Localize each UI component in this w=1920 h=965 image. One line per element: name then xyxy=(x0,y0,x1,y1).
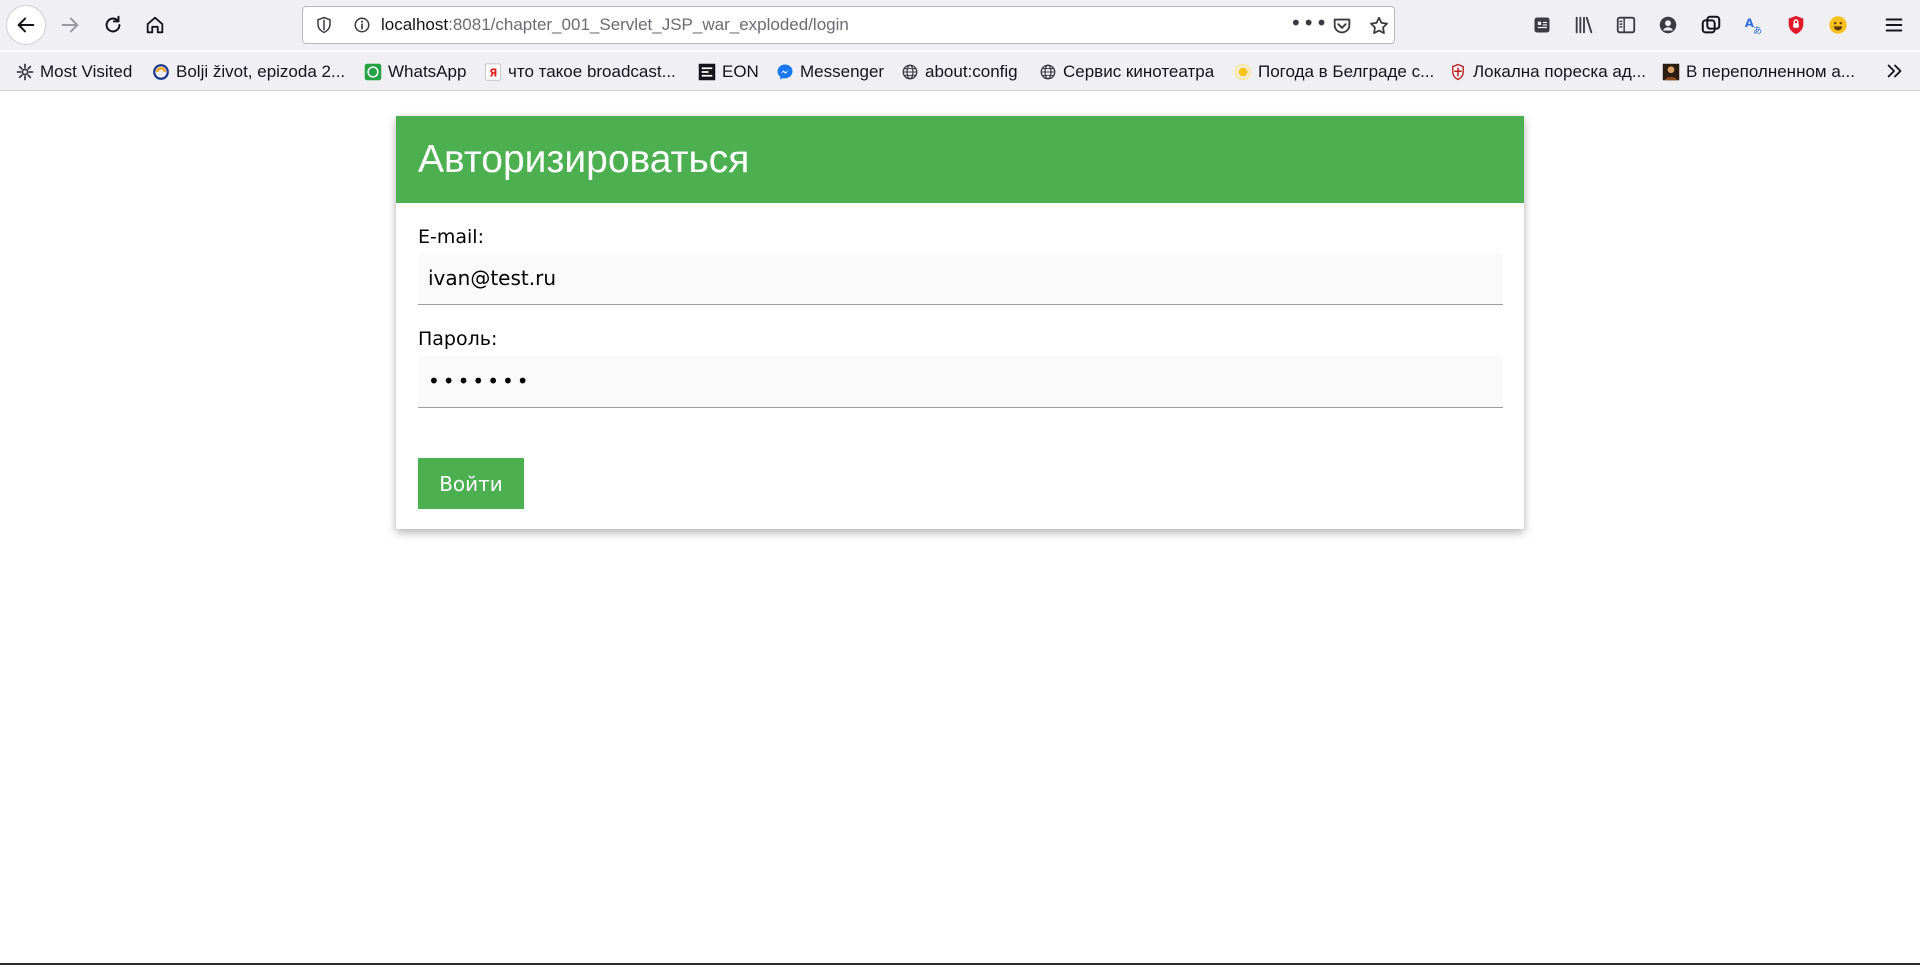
login-submit-button[interactable]: Войти xyxy=(418,458,524,509)
bookmark-crowded[interactable]: В переполненном а... xyxy=(1662,62,1855,82)
adblock-shield-icon[interactable] xyxy=(1784,13,1808,37)
library-icon[interactable] xyxy=(1572,13,1596,37)
bookmark-label: что такое broadcast... xyxy=(508,62,676,81)
bookmarks-overflow-chevron-icon[interactable] xyxy=(1884,60,1906,82)
url-path: :8081/chapter_001_Servlet_JSP_war_explod… xyxy=(448,15,849,34)
bookmark-local-tax[interactable]: Локална пореска ад... xyxy=(1449,62,1646,82)
email-value: ivan@test.ru xyxy=(428,266,556,290)
page-actions-more-icon[interactable]: ••• xyxy=(1290,11,1328,35)
bookmark-whatsapp[interactable]: WhatsApp xyxy=(364,62,466,82)
chrome-divider xyxy=(0,90,1920,91)
bookmark-label: Локална пореска ад... xyxy=(1473,62,1646,81)
bookmark-star-icon[interactable] xyxy=(1368,15,1390,37)
url-host: localhost xyxy=(381,15,449,34)
globe-icon xyxy=(901,63,919,81)
sun-icon xyxy=(1234,63,1252,81)
bookmarks-toolbar: Most Visited Bolji život, epizoda 2... W… xyxy=(0,52,1920,90)
bookmark-broadcast[interactable]: Я что такое broadcast... xyxy=(484,62,676,82)
reader-view-icon[interactable] xyxy=(1530,13,1554,37)
whatsapp-icon xyxy=(364,63,382,81)
password-value: ••••••• xyxy=(428,369,532,393)
portrait-icon xyxy=(1662,63,1680,81)
bookmark-messenger[interactable]: Messenger xyxy=(776,62,884,82)
browser-toolbar: localhost:8081/chapter_001_Servlet_JSP_w… xyxy=(0,0,1920,50)
page-title: Авторизироваться xyxy=(418,138,750,181)
bookmark-label: В переполненном а... xyxy=(1686,62,1855,81)
bookmark-label: WhatsApp xyxy=(388,62,467,81)
bookmark-label: EON xyxy=(722,62,759,81)
bookmark-bolji-zivot[interactable]: Bolji život, epizoda 2... xyxy=(152,62,345,82)
svg-text:Я: Я xyxy=(489,68,497,80)
yandex-icon: Я xyxy=(484,63,502,81)
bookmark-cinema-service[interactable]: Сервис кинотеатра xyxy=(1039,62,1214,82)
translate-icon[interactable]: Aあ xyxy=(1741,13,1765,37)
bookmark-label: Messenger xyxy=(800,62,885,81)
reload-icon xyxy=(105,15,121,33)
arrow-left-icon xyxy=(17,17,35,33)
login-card-header: Авторизироваться xyxy=(396,116,1524,203)
bookmark-most-visited[interactable]: Most Visited xyxy=(16,62,132,82)
bookmark-label: Сервис кинотеатра xyxy=(1063,62,1215,81)
arrow-right-icon xyxy=(61,17,79,33)
back-button[interactable] xyxy=(6,5,46,45)
swirl-icon xyxy=(152,63,170,81)
url-bar[interactable]: localhost:8081/chapter_001_Servlet_JSP_w… xyxy=(302,6,1395,44)
svg-text:あ: あ xyxy=(1753,25,1762,36)
forward-button[interactable] xyxy=(50,5,90,45)
email-field[interactable]: ivan@test.ru xyxy=(418,253,1503,305)
reload-button[interactable] xyxy=(93,5,133,45)
containers-icon[interactable] xyxy=(1699,13,1723,37)
crest-icon xyxy=(1449,63,1467,81)
bookmark-label: Bolji život, epizoda 2... xyxy=(176,62,346,81)
bookmark-weather-belgrade[interactable]: Погода в Белграде с... xyxy=(1234,62,1434,82)
url-text[interactable]: localhost:8081/chapter_001_Servlet_JSP_w… xyxy=(381,15,849,35)
password-field[interactable]: ••••••• xyxy=(418,356,1503,408)
bookmark-eon[interactable]: EON xyxy=(698,62,759,82)
email-label: E-mail: xyxy=(418,226,484,248)
account-icon[interactable] xyxy=(1656,13,1680,37)
home-icon xyxy=(146,16,164,34)
eon-icon xyxy=(698,63,716,81)
hamburger-menu-icon[interactable] xyxy=(1882,13,1906,37)
bookmark-label: about:config xyxy=(925,62,1018,81)
bookmark-label: Погода в Белграде с... xyxy=(1258,62,1435,81)
login-card: Авторизироваться E-mail: ivan@test.ru Па… xyxy=(396,116,1524,529)
messenger-icon xyxy=(776,63,794,81)
sidebar-icon[interactable] xyxy=(1614,13,1638,37)
password-label: Пароль: xyxy=(418,328,498,350)
home-button[interactable] xyxy=(135,5,175,45)
bookmark-label: Most Visited xyxy=(40,62,133,81)
pocket-icon[interactable] xyxy=(1331,15,1353,37)
emoji-icon[interactable] xyxy=(1826,13,1850,37)
globe-icon xyxy=(1039,63,1057,81)
site-info-icon[interactable] xyxy=(353,16,371,34)
tracking-shield-icon[interactable] xyxy=(315,16,333,34)
bookmark-about-config[interactable]: about:config xyxy=(901,62,1018,82)
gear-icon xyxy=(16,63,34,81)
